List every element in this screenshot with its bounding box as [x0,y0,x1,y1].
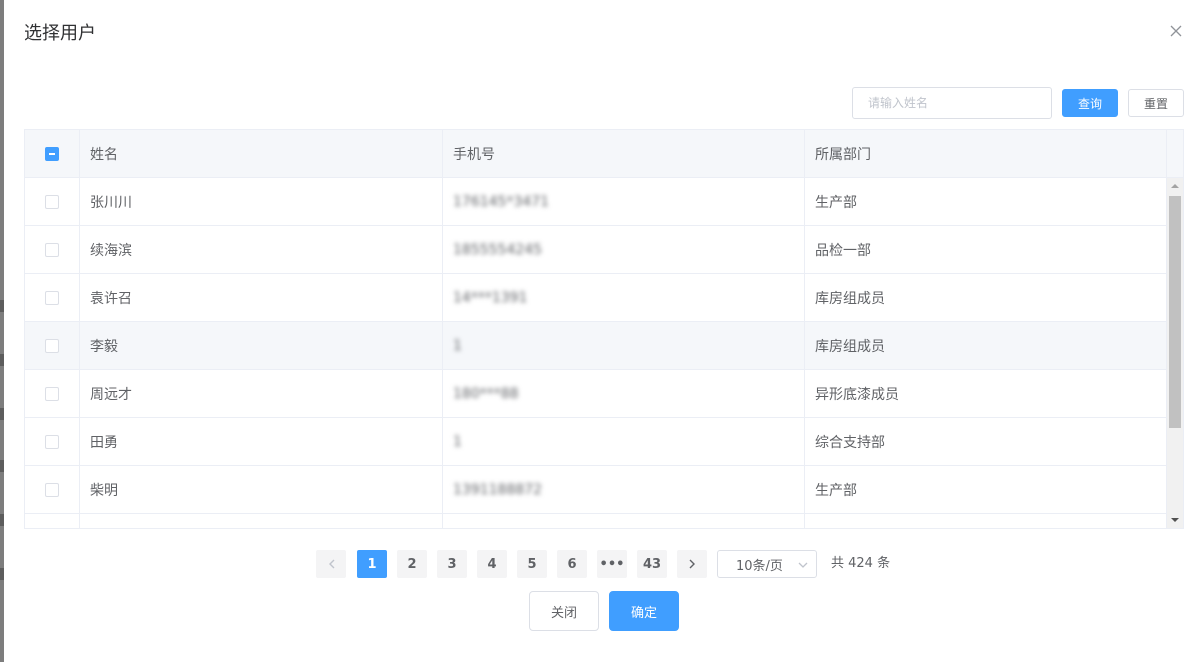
table-body: 张川川 176145*3471 生产部 续海滨 1855554245 品检一部 … [25,178,1167,528]
row-dept: 品检一部 [805,226,1167,273]
row-name: 续海滨 [80,226,443,273]
page-button[interactable]: 4 [477,550,507,578]
select-all-cell [25,130,80,177]
row-name: 张川川 [80,178,443,225]
table-scrollbar[interactable] [1167,178,1183,528]
table-header: 姓名 手机号 所属部门 [25,130,1183,178]
total-count: 共 424 条 [831,556,891,571]
row-check-cell [25,322,80,369]
row-dept [805,514,1167,528]
chevron-left-icon [328,559,334,569]
scrollbar-thumb[interactable] [1169,196,1181,428]
column-header-dept[interactable]: 所属部门 [805,130,1167,177]
row-dept: 库房组成员 [805,322,1167,369]
row-check-cell [25,514,80,528]
row-dept: 生产部 [805,178,1167,225]
header-gutter [1167,130,1183,177]
row-name: 柴明 [80,466,443,513]
column-header-name[interactable]: 姓名 [80,130,443,177]
close-button[interactable]: 关闭 [529,591,599,631]
row-check-cell [25,370,80,417]
row-name: 周远才 [80,370,443,417]
table-row[interactable]: 袁许召 14***1391 库房组成员 [25,274,1167,322]
row-phone-cell: 176145*3471 [443,178,805,225]
table-row[interactable]: 续海滨 1855554245 品检一部 [25,226,1167,274]
table-row[interactable]: 周远才 180***88 异形底漆成员 [25,370,1167,418]
row-phone: 1855554245 [453,241,543,258]
row-name [80,514,443,528]
row-checkbox[interactable] [45,434,59,449]
row-checkbox[interactable] [45,338,59,353]
row-phone: 1 [453,433,462,450]
table-row[interactable]: 田勇 1 综合支持部 [25,418,1167,466]
page-button[interactable]: 43 [637,550,667,578]
row-phone-cell: 1 [443,322,805,369]
reset-button[interactable]: 重置 [1128,89,1184,117]
row-dept: 库房组成员 [805,274,1167,321]
confirm-button[interactable]: 确定 [609,591,679,631]
query-button[interactable]: 查询 [1062,89,1118,117]
page-size-select[interactable]: 10条/页 [717,550,817,578]
row-phone: 176145*3471 [453,193,550,210]
row-dept: 生产部 [805,466,1167,513]
row-check-cell [25,418,80,465]
row-phone-cell: 1 [443,418,805,465]
row-dept: 异形底漆成员 [805,370,1167,417]
row-phone-cell: 180***88 [443,370,805,417]
row-check-cell [25,274,80,321]
column-header-phone[interactable]: 手机号 [443,130,805,177]
page-button[interactable]: 1 [357,550,387,578]
user-table: 姓名 手机号 所属部门 张川川 176145*3471 生产部 续海滨 1855… [24,129,1184,529]
row-dept: 综合支持部 [805,418,1167,465]
page-button[interactable]: 6 [557,550,587,578]
chevron-right-icon [689,559,695,569]
next-page-button[interactable] [677,550,707,578]
row-name: 袁许召 [80,274,443,321]
scroll-down-arrow-icon[interactable] [1167,512,1183,528]
row-check-cell [25,226,80,273]
row-checkbox[interactable] [45,290,59,305]
more-pages-button[interactable]: ••• [597,550,627,578]
page-button[interactable]: 5 [517,550,547,578]
select-all-checkbox[interactable] [45,146,59,161]
dialog-title: 选择用户 [24,23,96,44]
row-check-cell [25,178,80,225]
row-phone-cell: 1391188872 [443,466,805,513]
row-checkbox[interactable] [45,242,59,257]
name-search-input[interactable] [852,87,1052,119]
table-row[interactable]: 张川川 176145*3471 生产部 [25,178,1167,226]
row-phone: 1391188872 [453,481,543,498]
row-phone: 1 [453,337,462,354]
row-phone-cell: 14***1391 [443,274,805,321]
row-checkbox[interactable] [45,482,59,497]
search-toolbar: 查询 重置 [4,86,1204,120]
row-checkbox[interactable] [45,386,59,401]
row-phone-cell: 1855554245 [443,226,805,273]
dialog-header: 选择用户 [24,22,96,46]
row-checkbox[interactable] [45,194,59,209]
page-button[interactable]: 3 [437,550,467,578]
row-name: 田勇 [80,418,443,465]
table-row[interactable]: 柴明 1391188872 生产部 [25,466,1167,514]
row-check-cell [25,466,80,513]
page-button[interactable]: 2 [397,550,427,578]
row-name: 李毅 [80,322,443,369]
row-phone: 180***88 [453,385,519,402]
table-row[interactable]: 李毅 1 库房组成员 [25,322,1167,370]
prev-page-button[interactable] [316,550,346,578]
close-icon[interactable] [1167,22,1185,40]
chevron-down-icon [798,562,808,568]
page-size-value: 10条/页 [736,558,783,574]
scroll-up-arrow-icon[interactable] [1167,178,1183,194]
row-phone-cell [443,514,805,528]
table-row[interactable] [25,514,1167,528]
row-phone: 14***1391 [453,289,528,306]
select-user-dialog: 选择用户 查询 重置 姓名 手机号 所属部门 张川川 176145*3471 生… [4,0,1204,662]
